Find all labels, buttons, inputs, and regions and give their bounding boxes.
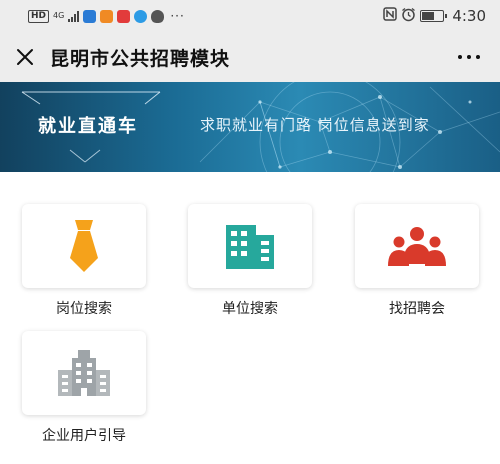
more-notifications-icon: ··· <box>170 9 185 23</box>
more-options-button[interactable] <box>452 45 486 69</box>
banner-title: 就业直通车 <box>38 116 138 137</box>
network-type: 4G <box>53 12 64 20</box>
page-title: 昆明市公共招聘模块 <box>50 47 231 70</box>
people-group-icon <box>388 227 446 266</box>
battery-level <box>422 12 435 20</box>
qq-app-icon <box>151 9 165 23</box>
music-app-icon <box>134 9 148 23</box>
status-bar-right: 4:30 <box>383 7 486 26</box>
nfc-icon <box>383 7 398 25</box>
enterprise-guide-button[interactable] <box>22 331 146 415</box>
network-type-label: 4G <box>53 11 65 20</box>
close-button[interactable] <box>0 32 50 82</box>
necktie-icon <box>70 220 98 272</box>
title-bar: 昆明市公共招聘模块 <box>0 32 500 82</box>
company-search-button[interactable] <box>188 204 312 288</box>
enterprise-building-icon <box>58 350 110 396</box>
enterprise-guide-label[interactable]: 企业用户引导 <box>22 425 146 445</box>
job-fair-button[interactable] <box>355 204 479 288</box>
more-dot-icon <box>458 55 462 59</box>
calendar-app-icon <box>117 9 131 23</box>
job-search-button[interactable] <box>22 204 146 288</box>
banner-slogan: 求职就业有门路 岗位信息送到家 <box>200 116 430 134</box>
job-search-label[interactable]: 岗位搜索 <box>22 298 146 318</box>
office-building-icon <box>226 225 274 269</box>
status-bar: HD 4G ··· 4:30 <box>0 0 500 32</box>
more-dot-icon <box>467 55 471 59</box>
company-search-label[interactable]: 单位搜索 <box>188 298 312 318</box>
job-fair-label[interactable]: 找招聘会 <box>355 298 479 318</box>
status-bar-left: HD 4G ··· <box>28 9 185 23</box>
more-dot-icon <box>476 55 480 59</box>
alarm-icon <box>401 7 416 26</box>
clock: 4:30 <box>452 7 486 25</box>
signal-icon <box>68 10 80 22</box>
battery-icon <box>420 10 448 22</box>
browser-app-icon <box>83 9 97 23</box>
hero-banner[interactable]: 就业直通车 求职就业有门路 岗位信息送到家 <box>0 82 500 172</box>
close-icon <box>17 49 33 65</box>
hd-badge: HD <box>28 9 50 23</box>
taobao-app-icon <box>100 9 114 23</box>
